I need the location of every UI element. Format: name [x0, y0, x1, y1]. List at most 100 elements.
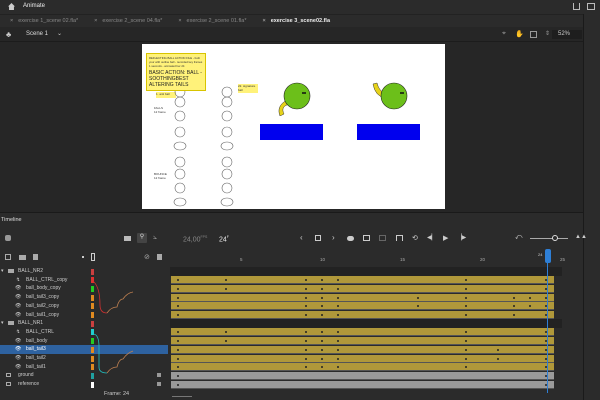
layer-name[interactable]: ball_tail2_copy [26, 303, 59, 309]
keyframe[interactable] [225, 287, 227, 290]
app-title[interactable]: Animate [23, 3, 45, 9]
layer-name[interactable]: ball_tail3 [26, 346, 46, 352]
keyframe[interactable] [321, 348, 323, 351]
add-keyframe-icon[interactable] [315, 235, 321, 241]
step-forward-icon[interactable]: ▕▶ [457, 234, 466, 241]
eye-icon[interactable]: 👁 [15, 285, 21, 291]
layer-depth-icon[interactable] [5, 235, 11, 241]
folder-icon[interactable] [8, 321, 14, 326]
scene-selector[interactable]: Scene 1 [26, 31, 48, 37]
play-icon[interactable]: ▶ [443, 234, 448, 242]
slider-handle[interactable] [552, 235, 558, 241]
frame-span[interactable] [171, 328, 554, 337]
keyframe[interactable] [305, 357, 307, 360]
eye-icon[interactable]: 👁 [15, 303, 21, 309]
keyframe[interactable] [465, 357, 467, 360]
frame-span[interactable] [171, 284, 554, 293]
layer-name[interactable]: ball_tail2 [26, 355, 46, 361]
chevron-down-icon[interactable]: ⌄ [57, 30, 62, 37]
eye-icon[interactable]: 👁 [15, 312, 21, 318]
layer-name[interactable]: ground [18, 372, 34, 378]
fps-value[interactable]: 24,00FPS [183, 235, 207, 243]
lock-all-icon[interactable] [157, 254, 162, 260]
close-icon[interactable]: × [10, 18, 13, 24]
keyframe[interactable] [465, 314, 467, 316]
keyframe[interactable] [321, 296, 323, 299]
frame-track[interactable] [170, 354, 562, 363]
disclosure-icon[interactable]: ▾ [1, 320, 4, 326]
keyframe[interactable] [497, 357, 499, 360]
highlight-icon[interactable] [82, 256, 84, 258]
keyframe[interactable] [337, 296, 339, 299]
center-frame-icon[interactable] [396, 235, 403, 241]
keyframe[interactable] [305, 296, 307, 299]
keyframe[interactable] [337, 348, 339, 351]
frame-span[interactable] [171, 371, 554, 380]
layer-name[interactable]: BALL_CTRL_copy [26, 277, 67, 283]
frame-track[interactable] [170, 336, 562, 346]
tab-document[interactable]: × exercise 3_scene02.fla [254, 18, 338, 24]
frame-ruler[interactable]: 5 10 15 20 25 [170, 251, 565, 266]
keyframe[interactable] [305, 348, 307, 351]
frame-track[interactable] [170, 345, 562, 355]
keyframe[interactable] [497, 348, 499, 351]
outline-icon[interactable] [91, 253, 95, 261]
frame-track[interactable] [170, 319, 562, 329]
keyframe[interactable] [465, 296, 467, 299]
frame-track[interactable] [170, 275, 562, 285]
ball-character-1[interactable] [272, 80, 322, 116]
frame-span[interactable] [171, 363, 554, 372]
close-icon[interactable]: × [178, 18, 181, 24]
parenting-icon[interactable]: ⚲ [137, 233, 147, 243]
onion-skin-icon[interactable] [347, 236, 354, 241]
frame-span[interactable] [171, 337, 554, 346]
layer-name[interactable]: ball_body [26, 338, 47, 344]
folder-icon[interactable] [8, 269, 14, 273]
share-icon[interactable] [573, 3, 580, 10]
frame-span[interactable] [171, 311, 554, 319]
keyframe[interactable] [465, 348, 467, 351]
zoom-select[interactable]: 52% [552, 30, 582, 39]
keyframe[interactable] [177, 383, 179, 386]
frame-span[interactable] [171, 276, 554, 285]
keyframe[interactable] [513, 296, 515, 299]
fit-frames-icon[interactable]: ⤺ [515, 234, 522, 242]
frame-span[interactable] [171, 293, 554, 302]
graph-icon[interactable]: ⦣ [153, 234, 157, 242]
frame-track[interactable] [170, 327, 562, 337]
eye-icon[interactable]: 👁 [15, 364, 21, 370]
keyframe[interactable] [321, 287, 323, 290]
ball-character-2[interactable] [367, 80, 417, 116]
rotate-icon[interactable]: ✋ [515, 30, 524, 38]
keyframe[interactable] [337, 287, 339, 290]
disclosure-icon[interactable]: ▾ [1, 268, 4, 274]
delete-layer-icon[interactable] [33, 254, 38, 260]
keyframe[interactable] [321, 357, 323, 360]
new-layer-icon[interactable] [5, 254, 11, 260]
new-folder-icon[interactable] [19, 255, 26, 260]
frame-span[interactable] [171, 380, 554, 389]
frame-track[interactable] [170, 380, 562, 390]
eye-icon[interactable]: 👁 [15, 355, 21, 361]
frame-track[interactable] [170, 362, 562, 372]
stepper-icon[interactable]: ⇕ [545, 30, 550, 37]
prev-keyframe-icon[interactable]: ‹ [300, 233, 303, 242]
frame-track[interactable] [170, 284, 562, 294]
keyframe[interactable] [513, 314, 515, 316]
keyframe[interactable] [177, 287, 179, 290]
hide-all-icon[interactable]: ⊘ [144, 253, 150, 261]
keyframe[interactable] [529, 296, 531, 299]
layer-name[interactable]: ball_body_copy [26, 285, 61, 291]
layer-name[interactable]: ball_tail1 [26, 364, 46, 370]
clip-icon[interactable] [530, 31, 537, 38]
frame-span[interactable] [171, 302, 554, 311]
step-back-icon[interactable]: ◀▏ [427, 234, 436, 241]
loop-icon[interactable]: ⟲ [412, 234, 418, 242]
home-icon[interactable] [8, 3, 15, 10]
next-keyframe-icon[interactable]: › [332, 233, 335, 242]
keyframe[interactable] [177, 296, 179, 299]
layer-name[interactable]: ball_tail3_copy [26, 294, 59, 300]
stage[interactable]: REFLECTING BALL ACTION FILE - built your… [142, 44, 445, 209]
keyframe[interactable] [337, 357, 339, 360]
keyframe[interactable] [177, 374, 179, 377]
